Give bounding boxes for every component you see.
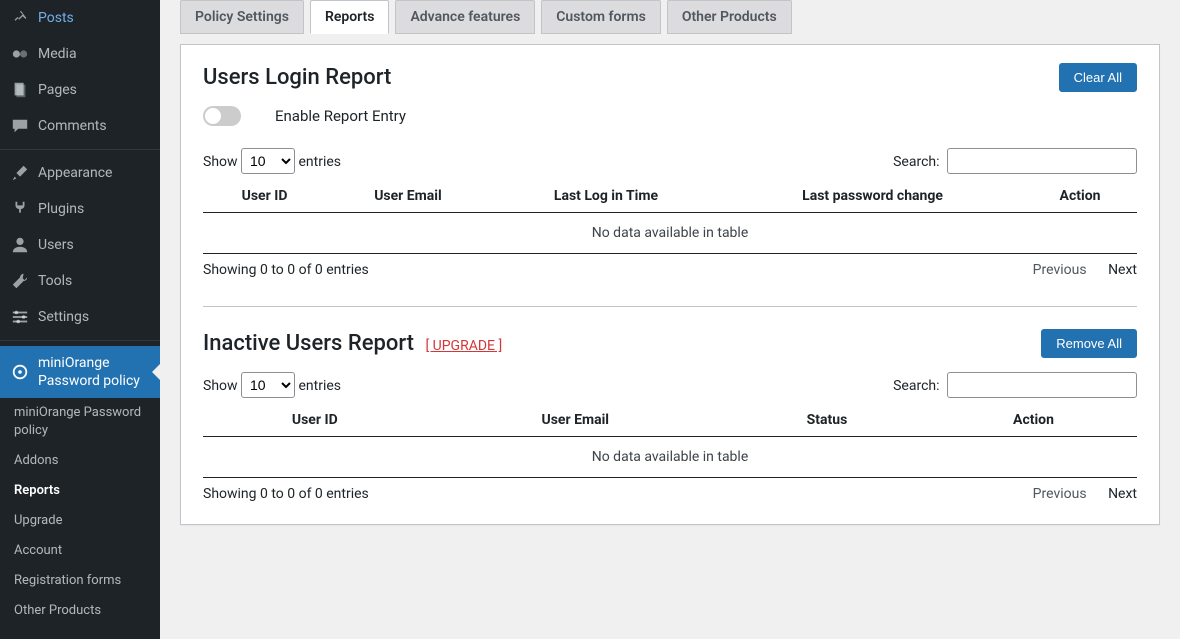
sidebar-item-label: Settings: [38, 308, 89, 326]
sidebar-item-posts[interactable]: Posts: [0, 0, 160, 36]
users-login-report-title: Users Login Report: [203, 65, 391, 90]
pagination: Previous Next: [1015, 262, 1137, 278]
upgrade-link[interactable]: [ UPGRADE ]: [425, 338, 502, 354]
entries-select[interactable]: 10: [241, 148, 295, 174]
sidebar-item-comments[interactable]: Comments: [0, 108, 160, 144]
show-prefix-label: Show: [203, 378, 238, 394]
search-label: Search:: [893, 378, 939, 394]
submenu-item[interactable]: Registration forms: [0, 566, 160, 596]
sidebar-item-label: Tools: [38, 272, 72, 290]
tab-reports[interactable]: Reports: [310, 0, 390, 34]
col-last-login[interactable]: Last Log in Time: [490, 180, 722, 213]
sidebar-item-label: Pages: [38, 81, 77, 99]
tab-policy-settings[interactable]: Policy Settings: [180, 0, 304, 34]
pagination: Previous Next: [1015, 486, 1137, 502]
sidebar-item-settings[interactable]: Settings: [0, 299, 160, 335]
main-content: Policy Settings Reports Advance features…: [160, 0, 1180, 639]
col-action[interactable]: Action: [930, 404, 1137, 437]
menu-separator: [0, 340, 160, 341]
col-user-email[interactable]: User Email: [427, 404, 724, 437]
circle-icon: [10, 362, 30, 382]
users-login-table: User ID User Email Last Log in Time Last…: [203, 180, 1137, 254]
search-input[interactable]: [947, 372, 1137, 398]
sidebar-item-label: Users: [38, 236, 74, 254]
sidebar-item-label: Comments: [38, 117, 107, 135]
sidebar-item-tools[interactable]: Tools: [0, 263, 160, 299]
tab-custom-forms[interactable]: Custom forms: [541, 0, 661, 34]
sidebar-item-miniorange[interactable]: miniOrange Password policy: [0, 346, 160, 398]
sidebar-item-pages[interactable]: Pages: [0, 72, 160, 108]
reports-panel: Users Login Report Clear All Enable Repo…: [180, 44, 1160, 525]
col-user-id[interactable]: User ID: [203, 404, 427, 437]
sidebar-item-plugins[interactable]: Plugins: [0, 191, 160, 227]
next-button[interactable]: Next: [1108, 486, 1137, 502]
col-last-pwd-change[interactable]: Last password change: [722, 180, 1023, 213]
pin-icon: [10, 8, 30, 28]
prev-button[interactable]: Previous: [1033, 486, 1087, 502]
tab-bar: Policy Settings Reports Advance features…: [180, 0, 1160, 34]
sidebar-submenu: miniOrange Password policy Addons Report…: [0, 398, 160, 626]
sidebar-item-appearance[interactable]: Appearance: [0, 155, 160, 191]
sliders-icon: [10, 307, 30, 327]
tab-other-products[interactable]: Other Products: [667, 0, 792, 34]
section-divider: [203, 306, 1137, 307]
submenu-item[interactable]: Other Products: [0, 596, 160, 626]
search-label: Search:: [893, 154, 939, 170]
sidebar-item-label: Plugins: [38, 200, 84, 218]
inactive-users-table: User ID User Email Status Action No data…: [203, 404, 1137, 478]
user-icon: [10, 235, 30, 255]
inactive-users-report-title: Inactive Users Report [ UPGRADE ]: [203, 331, 502, 356]
sidebar-item-label: Media: [38, 45, 77, 63]
enable-report-toggle[interactable]: [203, 106, 241, 126]
sidebar-item-label: Appearance: [38, 164, 112, 182]
col-user-id[interactable]: User ID: [203, 180, 326, 213]
table-row: No data available in table: [203, 437, 1137, 478]
table-row: No data available in table: [203, 213, 1137, 254]
wrench-icon: [10, 271, 30, 291]
media-icon: [10, 44, 30, 64]
table-info: Showing 0 to 0 of 0 entries: [203, 262, 369, 278]
empty-message: No data available in table: [203, 437, 1137, 478]
search-input[interactable]: [947, 148, 1137, 174]
entries-length-control: Show 10 entries: [203, 148, 341, 174]
show-suffix-label: entries: [299, 154, 342, 170]
sidebar-item-label: miniOrange Password policy: [38, 354, 152, 390]
entries-length-control: Show 10 entries: [203, 372, 341, 398]
tab-advance-features[interactable]: Advance features: [395, 0, 535, 34]
admin-sidebar: Posts Media Pages Comments Appearance: [0, 0, 160, 639]
sidebar-item-label: Posts: [38, 9, 74, 27]
prev-button[interactable]: Previous: [1033, 262, 1087, 278]
enable-report-label: Enable Report Entry: [275, 107, 406, 125]
menu-separator: [0, 149, 160, 150]
remove-all-button[interactable]: Remove All: [1041, 329, 1137, 358]
inactive-title-text: Inactive Users Report: [203, 331, 414, 356]
show-prefix-label: Show: [203, 154, 238, 170]
show-suffix-label: entries: [299, 378, 342, 394]
entries-select[interactable]: 10: [241, 372, 295, 398]
clear-all-button[interactable]: Clear All: [1059, 63, 1137, 92]
table-info: Showing 0 to 0 of 0 entries: [203, 486, 369, 502]
plug-icon: [10, 199, 30, 219]
page-icon: [10, 80, 30, 100]
next-button[interactable]: Next: [1108, 262, 1137, 278]
sidebar-item-media[interactable]: Media: [0, 36, 160, 72]
submenu-item[interactable]: Upgrade: [0, 506, 160, 536]
empty-message: No data available in table: [203, 213, 1137, 254]
sidebar-item-users[interactable]: Users: [0, 227, 160, 263]
comment-icon: [10, 116, 30, 136]
col-status[interactable]: Status: [724, 404, 930, 437]
submenu-item[interactable]: miniOrange Password policy: [0, 398, 160, 446]
col-user-email[interactable]: User Email: [326, 180, 490, 213]
submenu-item[interactable]: Account: [0, 536, 160, 566]
submenu-item[interactable]: Reports: [0, 476, 160, 506]
submenu-item[interactable]: Addons: [0, 446, 160, 476]
brush-icon: [10, 163, 30, 183]
col-action[interactable]: Action: [1023, 180, 1137, 213]
